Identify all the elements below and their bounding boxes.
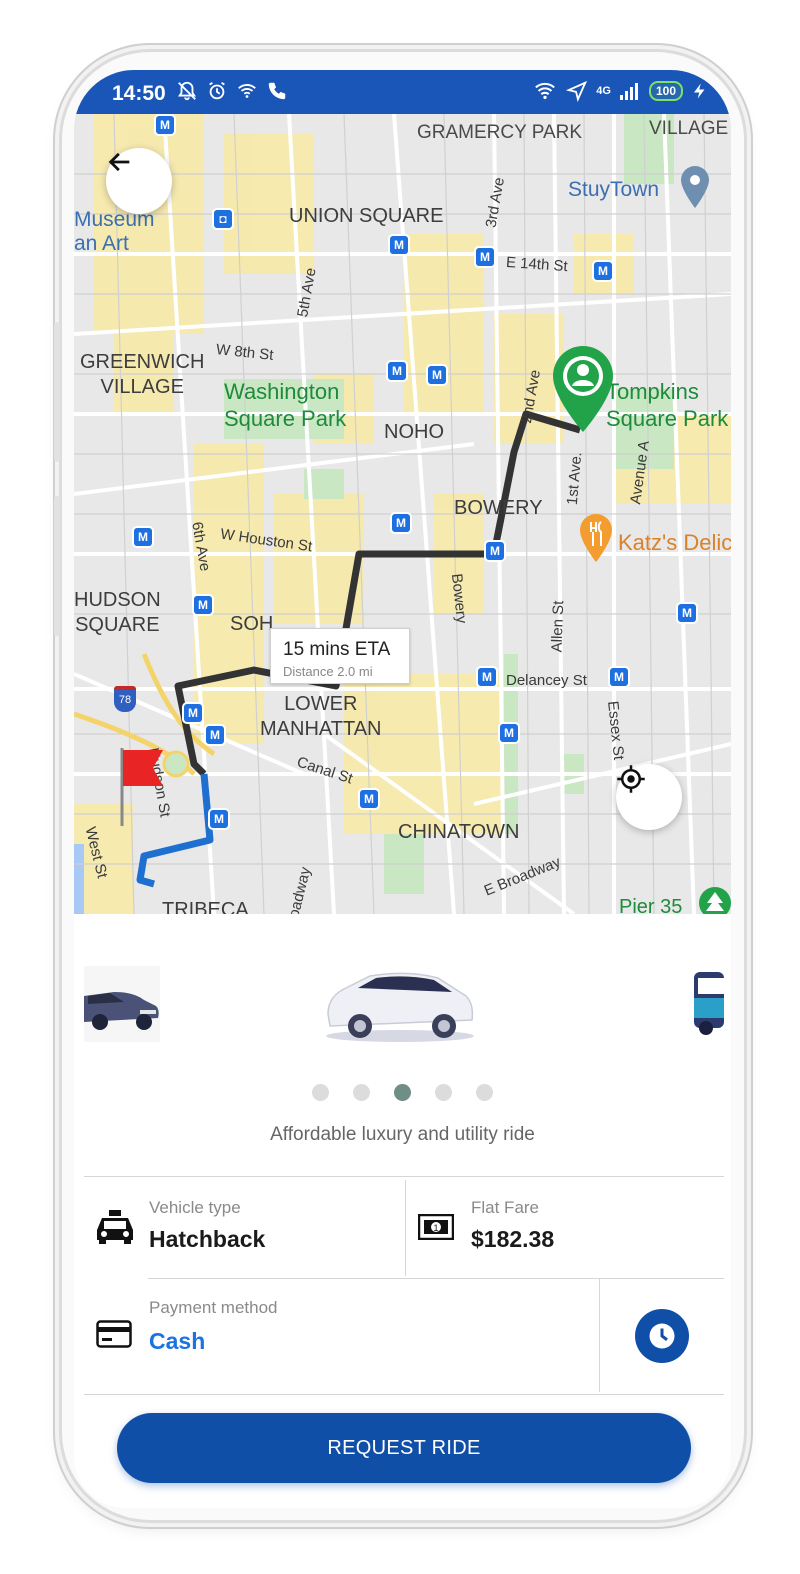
metro-icon: M bbox=[134, 528, 152, 546]
map-label-delancey: Delancey St bbox=[506, 672, 587, 689]
metro-icon: M bbox=[678, 604, 696, 622]
restaurant-pin-icon bbox=[580, 514, 612, 562]
wifi-icon bbox=[535, 82, 556, 100]
map-label-washington-square: Washington Square Park bbox=[224, 379, 347, 431]
status-time: 14:50 bbox=[112, 82, 166, 105]
eta-distance: Distance 2.0 mi bbox=[283, 664, 373, 679]
interstate-number: 78 bbox=[118, 694, 132, 706]
metro-icon: M bbox=[210, 810, 228, 828]
power-button bbox=[54, 496, 60, 636]
payment-label: Payment method bbox=[149, 1298, 278, 1317]
carousel-dot[interactable] bbox=[312, 1084, 329, 1101]
volume-button bbox=[54, 322, 60, 462]
ride-options-panel: Affordable luxury and utility ride Vehic… bbox=[74, 914, 731, 1508]
map-label-union-square: UNION SQUARE bbox=[289, 205, 444, 227]
fare-value: $182.38 bbox=[471, 1226, 555, 1252]
muted-bell-icon bbox=[177, 81, 197, 101]
map-label-museum-2: an Art bbox=[74, 232, 129, 255]
map-label-gramercy: GRAMERCY PARK bbox=[417, 122, 583, 143]
location-arrow-icon bbox=[566, 80, 588, 102]
train-icon: ◘ bbox=[214, 210, 232, 228]
metro-icon: M bbox=[390, 236, 408, 254]
metro-icon: M bbox=[360, 790, 378, 808]
map-label-allen: Allen St bbox=[548, 600, 568, 653]
map-label-noho: NOHO bbox=[384, 421, 444, 443]
metro-icon: M bbox=[156, 116, 174, 134]
map-label-stuytown: StuyTown bbox=[568, 178, 660, 201]
interstate-shield-icon: 78 bbox=[114, 686, 136, 712]
battery-indicator: 100 bbox=[648, 81, 683, 101]
van-vehicle-option[interactable] bbox=[694, 968, 724, 1038]
map-label-greenwich: GREENWICH VILLAGE bbox=[80, 351, 205, 398]
map-label-katz: Katz's Delic bbox=[618, 530, 731, 555]
metro-icon: M bbox=[594, 262, 612, 280]
app-screen: 14:50 4G 100 M ◘ M M M M M M M M M M M M… bbox=[74, 70, 731, 1508]
divider bbox=[84, 1176, 724, 1177]
hatchback-vehicle-option[interactable] bbox=[318, 962, 482, 1048]
stuytown-pin-icon bbox=[681, 166, 709, 208]
metro-icon: M bbox=[194, 596, 212, 614]
metro-icon: M bbox=[500, 724, 518, 742]
vehicle-type-label: Vehicle type bbox=[149, 1198, 241, 1217]
schedule-ride-button[interactable] bbox=[635, 1309, 689, 1363]
credit-card-icon bbox=[96, 1320, 132, 1353]
arrow-left-icon bbox=[108, 152, 130, 172]
divider bbox=[599, 1278, 600, 1392]
metro-icon: M bbox=[476, 248, 494, 266]
sedan-vehicle-option[interactable] bbox=[84, 966, 160, 1042]
metro-icon: M bbox=[184, 704, 202, 722]
status-left-icons bbox=[176, 80, 288, 102]
payment-method-value[interactable]: Cash bbox=[149, 1328, 205, 1355]
vehicle-tagline: Affordable luxury and utility ride bbox=[270, 1124, 535, 1145]
carousel-pagination[interactable] bbox=[74, 1084, 731, 1101]
metro-icon: M bbox=[206, 726, 224, 744]
carousel-dot[interactable] bbox=[435, 1084, 452, 1101]
park-pin-icon bbox=[699, 887, 731, 914]
metro-icon: M bbox=[610, 668, 628, 686]
map-label-lower-manhattan: LOWER MANHATTAN bbox=[260, 693, 382, 740]
wifi-call-icon bbox=[238, 84, 256, 98]
fare-label: Flat Fare bbox=[471, 1198, 540, 1217]
map-label-hudson-square: HUDSON SQUARE bbox=[74, 589, 161, 636]
crosshair-icon bbox=[617, 765, 645, 793]
eta-callout: 15 mins ETA Distance 2.0 mi bbox=[270, 628, 410, 684]
svg-text:1: 1 bbox=[433, 1223, 438, 1233]
metro-icon: M bbox=[388, 362, 406, 380]
metro-icon: M bbox=[392, 514, 410, 532]
map-label-soho: SOH bbox=[230, 613, 274, 635]
map-label-pier: Pier 35 bbox=[619, 896, 683, 914]
cash-icon: 1 bbox=[417, 1213, 455, 1245]
status-bar: 14:50 4G 100 bbox=[74, 70, 731, 114]
vehicle-type-value[interactable]: Hatchback bbox=[149, 1226, 265, 1253]
call-icon bbox=[268, 82, 286, 100]
my-location-button[interactable] bbox=[616, 764, 682, 830]
map-label-bowery-area: BOWERY bbox=[454, 497, 543, 519]
back-button[interactable] bbox=[106, 148, 172, 214]
divider bbox=[405, 1180, 406, 1276]
metro-icon: M bbox=[428, 366, 446, 384]
map-label-village: VILLAGE bbox=[649, 118, 729, 139]
alarm-icon bbox=[209, 81, 225, 100]
clock-icon bbox=[649, 1323, 675, 1349]
eta-time: 15 mins ETA bbox=[283, 639, 391, 660]
carousel-dot[interactable] bbox=[476, 1084, 493, 1101]
destination-flag-icon bbox=[120, 748, 163, 826]
route-map[interactable]: M ◘ M M M M M M M M M M M M M M M M M M … bbox=[74, 114, 731, 914]
network-type: 4G bbox=[596, 84, 611, 97]
charging-icon bbox=[694, 83, 705, 99]
request-ride-button[interactable]: REQUEST RIDE bbox=[117, 1413, 691, 1483]
signal-icon bbox=[619, 83, 638, 100]
pickup-pin-icon bbox=[553, 346, 613, 432]
map-label-tribeca: TRIBECA bbox=[162, 899, 249, 914]
divider bbox=[148, 1278, 724, 1279]
carousel-dot[interactable] bbox=[353, 1084, 370, 1101]
metro-icon: M bbox=[486, 542, 504, 560]
map-label-chinatown: CHINATOWN bbox=[398, 821, 520, 843]
metro-icon: M bbox=[478, 668, 496, 686]
status-right-icons: 4G 100 bbox=[532, 80, 709, 102]
carousel-dot-active[interactable] bbox=[394, 1084, 411, 1101]
taxi-icon bbox=[96, 1210, 134, 1249]
divider bbox=[84, 1394, 724, 1395]
map-label-tompkins: Tompkins Square Park bbox=[606, 379, 729, 431]
